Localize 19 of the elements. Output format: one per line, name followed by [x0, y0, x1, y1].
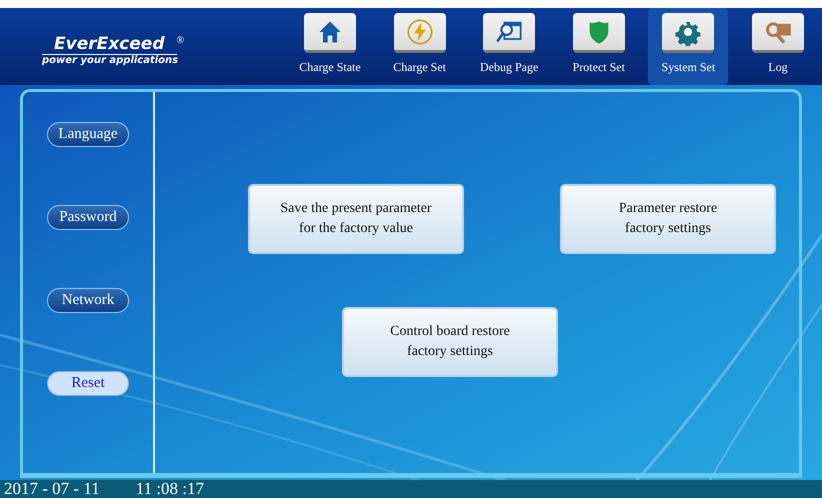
nav-tab[interactable]: System Set: [648, 8, 728, 85]
action-button[interactable]: Save the present parameter for the factory value: [248, 184, 464, 254]
lightning-icon: [406, 18, 434, 46]
nav-tab[interactable]: Charge Set: [380, 8, 460, 85]
sidebar-button[interactable]: Password: [47, 205, 129, 230]
logo-tagline: power your applications: [42, 55, 178, 68]
time-text: 11 :08 :17: [136, 480, 204, 496]
action-button[interactable]: Control board restore factory settings: [342, 307, 558, 377]
nav-tab[interactable]: Protect Set: [558, 8, 639, 85]
action-button[interactable]: Parameter restore factory settings: [560, 184, 776, 254]
nav-tab[interactable]: Debug Page: [469, 8, 550, 85]
registered-mark: ®: [176, 36, 184, 46]
nav-tab[interactable]: Charge State: [290, 8, 370, 85]
date-text: 2017 - 07 - 11: [4, 480, 100, 496]
sidebar-button[interactable]: Network: [47, 288, 129, 313]
sidebar-button[interactable]: Language: [47, 122, 129, 147]
brand-logo: EverExceed: [42, 36, 176, 55]
nav-tab[interactable]: Log: [738, 8, 818, 85]
sidebar-button[interactable]: Reset: [47, 371, 129, 396]
